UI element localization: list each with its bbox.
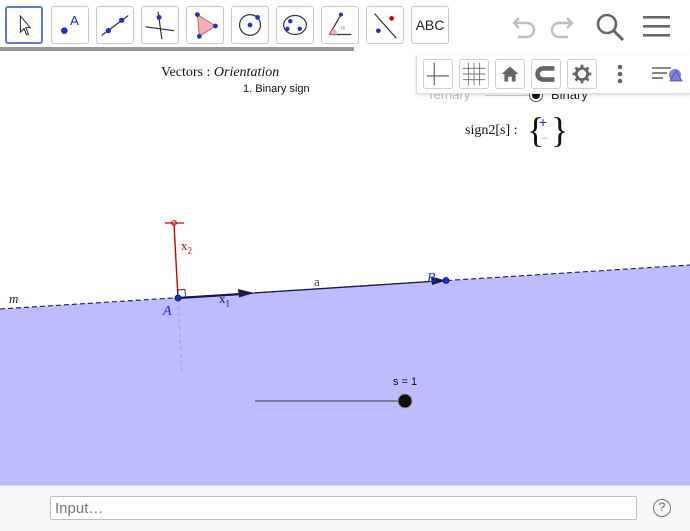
half-plane-region bbox=[0, 265, 690, 485]
radio-separator bbox=[485, 95, 530, 96]
slider-label: s = 1 bbox=[393, 376, 418, 388]
axes-toggle-icon bbox=[426, 62, 450, 86]
grid-toggle-icon bbox=[462, 62, 486, 86]
polygon-tool-icon bbox=[195, 12, 218, 39]
vector-x1-label: x1 bbox=[219, 291, 230, 309]
home-view-button[interactable] bbox=[495, 59, 525, 89]
algebra-input-field[interactable] bbox=[50, 496, 637, 520]
construction-subtitle: 1. Binary sign bbox=[243, 83, 310, 95]
line-m-label: m bbox=[9, 291, 19, 306]
settings-gear-icon bbox=[572, 64, 592, 84]
vector-x2-label: x2 bbox=[181, 238, 192, 256]
reflect-tool-icon bbox=[374, 13, 397, 39]
style-bar-toggle-icon bbox=[652, 67, 683, 82]
point-tool-button[interactable]: A bbox=[51, 6, 89, 44]
sign-brace-right: } bbox=[551, 110, 569, 150]
text-tool-icon: ABC bbox=[415, 17, 445, 33]
perpendicular-line-tool-icon bbox=[145, 11, 175, 40]
undo-button[interactable] bbox=[506, 10, 540, 44]
graphics-view[interactable]: Vectors : Orientation 1. Binary sign Ter… bbox=[0, 52, 690, 485]
construction-title: Vectors : Orientation bbox=[161, 65, 280, 80]
sign-minus: − bbox=[541, 131, 549, 145]
ellipse-tool-icon bbox=[283, 14, 307, 36]
home-view-icon bbox=[501, 66, 519, 82]
menu-icon bbox=[643, 16, 670, 37]
magnet-snap-icon bbox=[535, 66, 555, 82]
angle-tool-button[interactable]: α bbox=[321, 6, 359, 44]
ellipse-tool-button[interactable] bbox=[276, 6, 314, 44]
point-B-label: B bbox=[427, 271, 436, 286]
more-vertical-icon bbox=[617, 64, 623, 84]
point-B[interactable] bbox=[442, 277, 450, 284]
move-tool-icon bbox=[19, 14, 32, 36]
line-tool-icon bbox=[101, 15, 129, 36]
more-options-button[interactable] bbox=[613, 59, 627, 89]
vector-x2[interactable] bbox=[173, 223, 179, 299]
svg-text:A: A bbox=[70, 13, 79, 28]
angle-tool-icon: α bbox=[329, 12, 352, 36]
svg-text:α: α bbox=[341, 25, 345, 32]
main-menu-button[interactable] bbox=[640, 10, 674, 44]
sign-plus: + bbox=[539, 114, 548, 130]
magnet-snap-button[interactable] bbox=[531, 59, 561, 89]
line-tool-button[interactable] bbox=[96, 6, 134, 44]
point-A[interactable] bbox=[174, 294, 182, 302]
reflect-tool-button[interactable] bbox=[366, 6, 404, 44]
toolbar: A α ABC bbox=[0, 0, 690, 52]
text-tool-button[interactable]: ABC bbox=[411, 6, 449, 44]
polygon-tool-button[interactable] bbox=[186, 6, 224, 44]
graphics-canvas[interactable] bbox=[0, 52, 690, 485]
redo-icon bbox=[550, 17, 574, 39]
perpendicular-line-tool-button[interactable] bbox=[141, 6, 179, 44]
vector-a-label: a bbox=[314, 274, 320, 289]
point-A-label: A bbox=[163, 304, 172, 319]
circle-tool-button[interactable] bbox=[231, 6, 269, 44]
style-bar-toggle-button[interactable] bbox=[649, 59, 685, 89]
undo-icon bbox=[512, 17, 536, 39]
move-tool-button[interactable] bbox=[5, 6, 43, 44]
redo-button[interactable] bbox=[546, 10, 580, 44]
graphics-style-bar bbox=[416, 55, 690, 94]
search-icon bbox=[596, 13, 625, 42]
slider-knob[interactable] bbox=[397, 393, 413, 409]
search-button[interactable] bbox=[593, 10, 627, 44]
grid-toggle-button[interactable] bbox=[459, 59, 489, 89]
axes-toggle-button[interactable] bbox=[423, 59, 453, 89]
sign-label: sign2[s] : bbox=[465, 123, 518, 138]
tool-progress-bar bbox=[0, 47, 354, 51]
settings-button[interactable] bbox=[567, 59, 597, 89]
help-icon[interactable]: ? bbox=[653, 499, 671, 517]
input-bar: ? bbox=[0, 485, 690, 531]
circle-tool-icon bbox=[238, 13, 262, 37]
point-tool-icon: A bbox=[61, 13, 79, 34]
